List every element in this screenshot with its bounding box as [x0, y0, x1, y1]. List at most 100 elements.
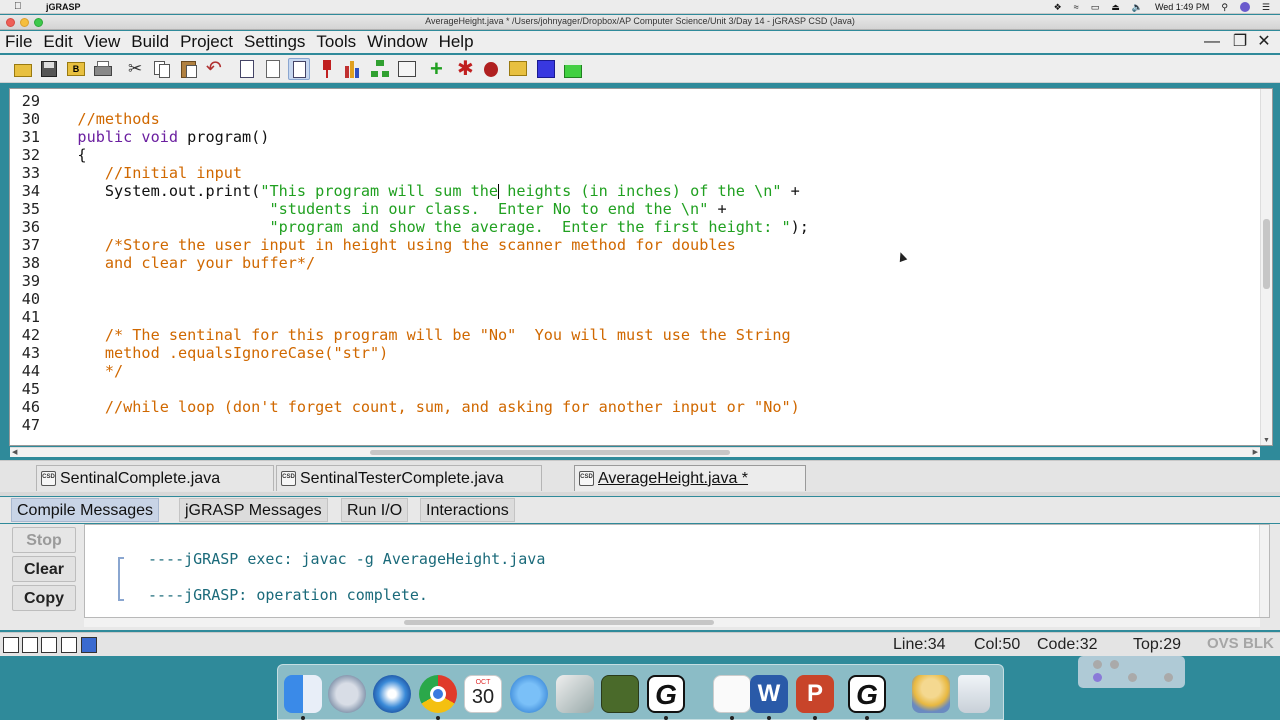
- code-line[interactable]: 35 "students in our class. Enter No to e…: [10, 200, 1260, 218]
- code-line[interactable]: 33 //Initial input: [10, 164, 1260, 182]
- chrome-icon[interactable]: [419, 675, 457, 713]
- siri-icon[interactable]: [1239, 2, 1250, 12]
- code-line[interactable]: 40: [10, 290, 1260, 308]
- alice-icon[interactable]: [601, 675, 639, 713]
- message-vertical-scrollbar[interactable]: [1259, 525, 1269, 617]
- code-line[interactable]: 41: [10, 308, 1260, 326]
- split-pane-divider[interactable]: [0, 492, 1280, 496]
- file-tab-averageheight[interactable]: CSD AverageHeight.java *: [574, 465, 806, 491]
- app-icon[interactable]: [556, 675, 594, 713]
- menu-file[interactable]: File: [5, 32, 32, 52]
- scrollbar-thumb[interactable]: [370, 450, 730, 455]
- close-icon[interactable]: ✕: [1255, 33, 1273, 51]
- tab-interactions[interactable]: Interactions: [420, 498, 515, 522]
- eject-icon[interactable]: ⏏: [1111, 2, 1120, 13]
- code-line[interactable]: 37 /*Store the user input in height usin…: [10, 236, 1260, 254]
- generate-csd-icon[interactable]: [236, 58, 258, 80]
- window-titlebar[interactable]: AverageHeight.java * /Users/johnyager/Dr…: [0, 15, 1280, 30]
- tab-compile-messages[interactable]: Compile Messages: [11, 498, 160, 522]
- trash-icon[interactable]: [958, 675, 990, 713]
- undo-icon[interactable]: ↶: [204, 58, 226, 80]
- run-icon[interactable]: +: [427, 58, 449, 80]
- calendar-icon[interactable]: OCT 30: [464, 675, 502, 713]
- code-line[interactable]: 38 and clear your buffer*/: [10, 254, 1260, 272]
- scroll-down-icon[interactable]: ▼: [1263, 437, 1271, 445]
- code-line[interactable]: 29: [10, 92, 1260, 110]
- apple-menu-icon[interactable]: : [14, 1, 26, 13]
- compile-icon[interactable]: [316, 58, 338, 80]
- wifi-icon[interactable]: ≈: [1074, 2, 1079, 12]
- cascade-windows-icon[interactable]: [81, 637, 97, 653]
- scrollbar-thumb[interactable]: [1263, 219, 1270, 289]
- scroll-left-icon[interactable]: ◀: [12, 448, 17, 456]
- tab-run-io[interactable]: Run I/O: [341, 498, 409, 522]
- safari-icon[interactable]: [373, 675, 411, 713]
- menu-tools[interactable]: Tools: [316, 32, 356, 52]
- uml-icon[interactable]: [369, 58, 391, 80]
- menu-settings[interactable]: Settings: [244, 32, 305, 52]
- scrollbar-thumb[interactable]: [404, 620, 714, 625]
- menu-window[interactable]: Window: [367, 32, 427, 52]
- run-arguments-icon[interactable]: [507, 58, 529, 80]
- code-editor[interactable]: 29 30 //methods 31 public void program() 32…: [9, 88, 1273, 446]
- chart-icon[interactable]: [342, 58, 364, 80]
- code-line[interactable]: 43 method .equalsIgnoreCase("str"): [10, 344, 1260, 362]
- code-line[interactable]: 32 {: [10, 146, 1260, 164]
- code-line[interactable]: 34 System.out.print("This program will s…: [10, 182, 1260, 200]
- message-horizontal-scrollbar[interactable]: [84, 618, 1260, 627]
- editor-horizontal-scrollbar[interactable]: ◀ ▶: [10, 447, 1260, 457]
- clock[interactable]: Wed 1:49 PM: [1155, 2, 1209, 12]
- code-line[interactable]: 42 /* The sentinal for this program will…: [10, 326, 1260, 344]
- browse-icon[interactable]: B: [65, 58, 87, 80]
- jgrasp-icon[interactable]: G: [647, 675, 685, 713]
- interactions-icon[interactable]: [562, 58, 584, 80]
- list-view-icon[interactable]: [61, 637, 77, 653]
- copy-icon[interactable]: [151, 58, 173, 80]
- volume-icon[interactable]: 🔈: [1132, 2, 1143, 13]
- code-line[interactable]: 45: [10, 380, 1260, 398]
- messages-icon[interactable]: [510, 675, 548, 713]
- minimize-icon[interactable]: —: [1203, 33, 1221, 51]
- preview-icon[interactable]: [713, 675, 751, 713]
- menu-view[interactable]: View: [84, 32, 121, 52]
- clear-button[interactable]: Clear: [12, 556, 76, 582]
- editor-vertical-scrollbar[interactable]: ▼: [1260, 89, 1272, 445]
- word-icon[interactable]: W: [750, 675, 788, 713]
- stop-button[interactable]: Stop: [12, 527, 76, 553]
- workbench-icon[interactable]: [535, 58, 557, 80]
- file-tab-sentinalcomplete[interactable]: CSD SentinalComplete.java: [36, 465, 274, 491]
- powerpoint-icon[interactable]: P: [796, 675, 834, 713]
- avatar-app-icon[interactable]: [912, 675, 950, 713]
- code-line[interactable]: 31 public void program(): [10, 128, 1260, 146]
- paste-icon[interactable]: [178, 58, 200, 80]
- active-app-name[interactable]: jGRASP: [46, 2, 81, 12]
- code-line[interactable]: 44 */: [10, 362, 1260, 380]
- copy-button[interactable]: Copy: [12, 585, 76, 611]
- display-icon[interactable]: ▭: [1091, 2, 1100, 13]
- code-line[interactable]: 30 //methods: [10, 110, 1260, 128]
- jgrasp-icon[interactable]: G: [848, 675, 886, 713]
- remove-csd-icon[interactable]: [262, 58, 284, 80]
- tab-jgrasp-messages[interactable]: jGRASP Messages: [179, 498, 328, 522]
- code-line[interactable]: 46 //while loop (don't forget count, sum…: [10, 398, 1260, 416]
- finder-icon[interactable]: [284, 675, 322, 713]
- print-icon[interactable]: [92, 58, 114, 80]
- menu-project[interactable]: Project: [180, 32, 233, 52]
- compile-output[interactable]: ----jGRASP exec: javac -g AverageHeight.…: [84, 524, 1270, 618]
- spotlight-search-icon[interactable]: ⚲: [1221, 2, 1228, 13]
- scroll-right-icon[interactable]: ▶: [1253, 448, 1258, 456]
- menu-help[interactable]: Help: [439, 32, 474, 52]
- code-line[interactable]: 36 "program and show the average. Enter …: [10, 218, 1260, 236]
- floating-widget[interactable]: [1078, 656, 1185, 688]
- documentation-icon[interactable]: [396, 58, 418, 80]
- menu-edit[interactable]: Edit: [43, 32, 72, 52]
- code-line[interactable]: 39: [10, 272, 1260, 290]
- cut-icon[interactable]: ✂: [124, 58, 146, 80]
- split-vertical-icon[interactable]: [22, 637, 38, 653]
- restore-icon[interactable]: ❐: [1231, 33, 1249, 51]
- file-tab-sentinaltestercomplete[interactable]: CSD SentinalTesterComplete.java: [276, 465, 542, 491]
- dropbox-icon[interactable]: ❖: [1054, 2, 1062, 13]
- launchpad-icon[interactable]: [328, 675, 366, 713]
- notification-center-icon[interactable]: ☰: [1262, 2, 1270, 13]
- line-numbers-icon[interactable]: [288, 58, 310, 80]
